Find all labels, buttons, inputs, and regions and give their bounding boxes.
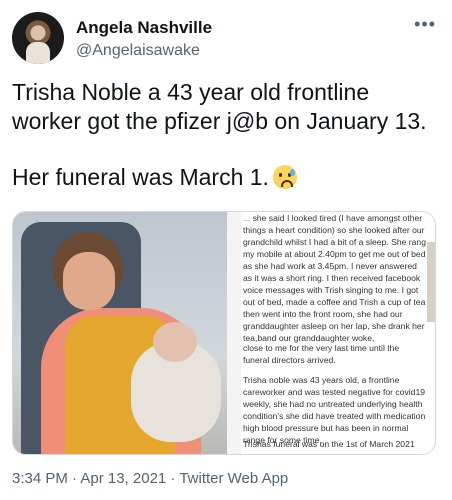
author-handle[interactable]: @Angelaisawake <box>76 42 200 60</box>
anxious-face-with-sweat-icon <box>272 165 297 189</box>
tweet-line-2: Her funeral was March 1. <box>12 163 442 192</box>
screenshot-post-text: ... she said I looked tired (I have amon… <box>227 212 435 454</box>
photo-woman-with-baby <box>13 212 227 454</box>
post-paragraph-2: close to me for the very last time until… <box>243 343 400 365</box>
tweet-line-1: Trisha Noble a 43 year old frontline wor… <box>12 79 427 134</box>
tweet-header: Angela Nashville @Angelaisawake ••• <box>12 12 440 66</box>
tweet-timestamp[interactable]: 3:34 PM · Apr 13, 2021 · Twitter Web App <box>12 470 288 487</box>
tweet-media[interactable]: ... she said I looked tired (I have amon… <box>12 211 436 455</box>
tweet-line-2-text: Her funeral was March 1. <box>12 164 269 190</box>
author-name[interactable]: Angela Nashville <box>76 18 212 38</box>
avatar[interactable] <box>12 12 64 64</box>
tweet-text: Trisha Noble a 43 year old frontline wor… <box>12 78 442 192</box>
more-horizontal-icon[interactable]: ••• <box>414 14 436 35</box>
post-paragraph-4: Trishas funeral was on the 1st of March … <box>243 439 415 449</box>
post-paragraph-3: Trisha noble was 43 years old, a frontli… <box>243 375 426 445</box>
post-paragraph-1: ... she said I looked tired (I have amon… <box>243 213 426 343</box>
